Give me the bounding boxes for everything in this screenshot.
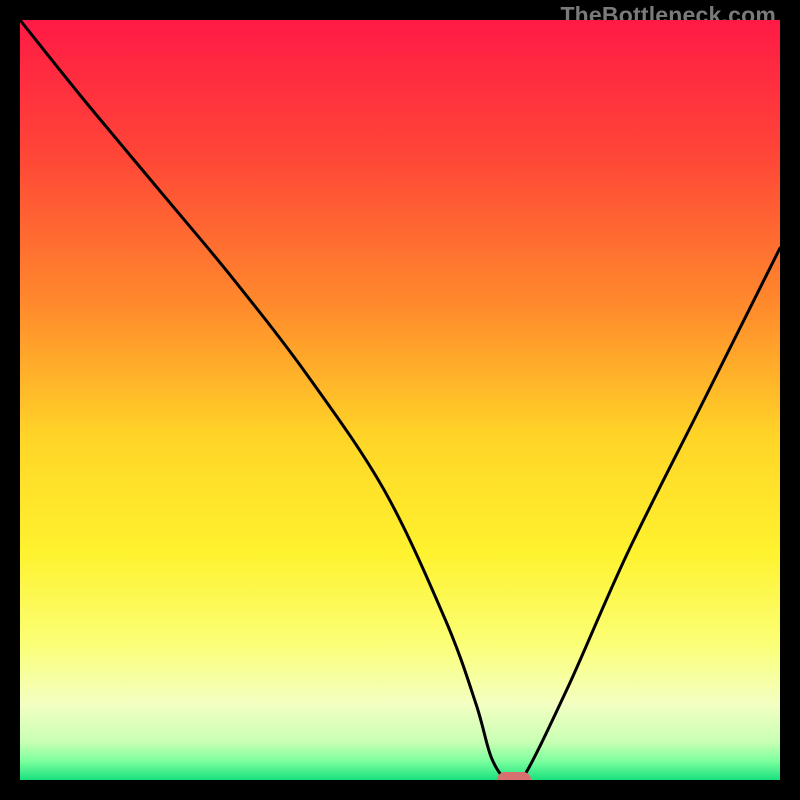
bottleneck-chart — [20, 20, 780, 780]
plot-area — [20, 20, 780, 780]
gradient-background — [20, 20, 780, 780]
chart-frame: TheBottleneck.com — [0, 0, 800, 800]
optimal-marker — [497, 772, 531, 780]
